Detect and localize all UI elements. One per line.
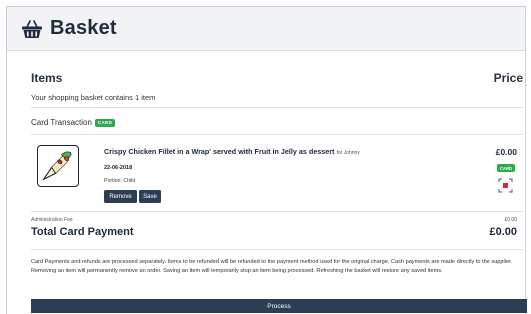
process-button[interactable]: Process: [31, 299, 527, 313]
item-portion: Portion: Child: [104, 178, 136, 184]
item-date: 22-06-2018: [104, 165, 133, 171]
item-title: Crispy Chicken Fillet in a Wrap' served …: [104, 147, 360, 156]
item-for-person: for Johnny: [336, 150, 360, 156]
items-header-row: Items Price: [25, 71, 523, 91]
basket-count-text: Your shopping basket contains 1 item: [31, 93, 156, 102]
wrap-food-image: [37, 145, 79, 187]
admin-fee-value: £0.00: [504, 217, 517, 223]
card-badge: CARD: [94, 118, 116, 127]
admin-fee-label: Administration Fee: [31, 217, 73, 223]
divider: [31, 134, 523, 135]
total-label: Total Card Payment: [31, 226, 134, 238]
page-title: Basket: [50, 17, 117, 39]
divider: [31, 211, 523, 212]
card-transaction-row: Card Transaction CARD: [31, 118, 116, 127]
payment-notice: Card Payments and refunds are processed …: [31, 259, 513, 275]
item-card-badge: CARD: [496, 164, 515, 172]
basket-window: Basket Items Price Your shopping basket …: [6, 6, 527, 314]
card-transaction-label: Card Transaction: [31, 118, 92, 127]
divider: [31, 249, 523, 250]
page-header: Basket: [7, 7, 525, 51]
price-heading: Price: [493, 71, 523, 85]
qr-code-icon[interactable]: [498, 178, 513, 193]
item-price: £0.00: [495, 147, 517, 157]
item-name: Crispy Chicken Fillet in a Wrap' served …: [104, 147, 335, 156]
basket-icon: [21, 19, 43, 39]
basket-panel: Items Price Your shopping basket contain…: [25, 63, 527, 313]
total-value: £0.00: [489, 226, 517, 238]
items-heading: Items: [31, 71, 63, 85]
remove-button[interactable]: Remove: [104, 190, 137, 203]
save-button[interactable]: Save: [139, 190, 161, 203]
divider: [31, 107, 523, 108]
